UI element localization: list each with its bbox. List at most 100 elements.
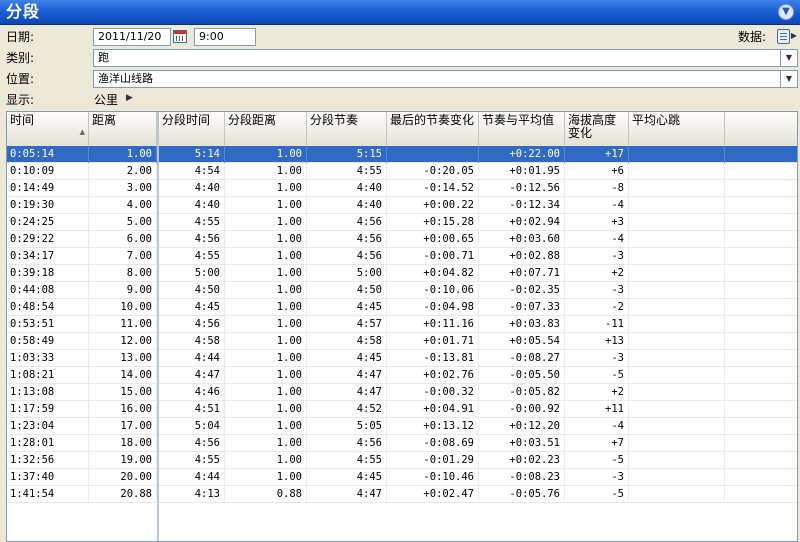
table-row[interactable]: 1:17:59 16.00 4:51 1.00 4:52 +0:04.91 -0:00.92… (7, 401, 797, 418)
table-row[interactable]: 1:37:40 20.00 4:44 1.00 4:45 -0:10.46 -0:08.23… (7, 469, 797, 486)
cell-split-time: 4:56 (159, 316, 225, 333)
location-select[interactable]: 渔洋山线路 (93, 70, 781, 88)
table-row[interactable]: 1:41:54 20.88 4:13 0.88 4:47 +0:02.47 -0:05.76… (7, 486, 797, 503)
cell-pace-change: -0:13.81 (387, 350, 479, 367)
date-row: 日期: 2011/11/20 9:00 数据: ▶ (0, 26, 800, 48)
cell-pace-change: +0:04.91 (387, 401, 479, 418)
table-row[interactable]: 0:05:14 1.00 5:14 1.00 5:15 +0:22.00 +17 (7, 146, 797, 163)
cell-split-time: 4:56 (159, 231, 225, 248)
cell-avg-heart-rate (629, 180, 725, 197)
cell-split-pace: 4:47 (307, 384, 387, 401)
column-header-elevation-change[interactable]: 海拔高度变化 (565, 112, 629, 146)
category-row: 类别: 跑 ▼ (0, 47, 800, 69)
table-row[interactable]: 0:14:49 3.00 4:40 1.00 4:40 -0:14.52 -0:12.56-… (7, 180, 797, 197)
cell-avg-heart-rate (629, 350, 725, 367)
cell-avg-heart-rate (629, 231, 725, 248)
cell-split-pace: 4:56 (307, 214, 387, 231)
table-row[interactable]: 1:13:08 15.00 4:46 1.00 4:47 -0:00.32 -0:05.82… (7, 384, 797, 401)
panel-title-bar: 分段 ▼ (0, 0, 800, 25)
table-row[interactable]: 0:34:17 7.00 4:55 1.00 4:56 -0:00.71 +0:02.88-… (7, 248, 797, 265)
cell-split-pace: 4:47 (307, 486, 387, 503)
category-dropdown-icon[interactable]: ▼ (781, 49, 798, 67)
cell-distance: 14.00 (89, 367, 157, 384)
table-row[interactable]: 0:39:18 8.00 5:00 1.00 5:00 +0:04.82 +0:07.71 +… (7, 265, 797, 282)
table-row[interactable]: 0:58:49 12.00 4:58 1.00 4:58 +0:01.71 +0:05.54… (7, 333, 797, 350)
table-row[interactable]: 1:08:21 14.00 4:47 1.00 4:47 +0:02.76 -0:05.50… (7, 367, 797, 384)
column-header-split-time[interactable]: 分段时间 (159, 112, 225, 146)
time-field[interactable]: 9:00 (194, 28, 256, 46)
data-sheet-icon[interactable] (777, 29, 790, 44)
cell-elevation-change: +2 (565, 384, 629, 401)
cell-pace-vs-avg: -0:02.35 (479, 282, 565, 299)
table-row[interactable]: 0:29:22 6.00 4:56 1.00 4:56 +0:00.65 +0:03.60-… (7, 231, 797, 248)
cell-distance: 8.00 (89, 265, 157, 282)
cell-split-pace: 5:05 (307, 418, 387, 435)
column-header-pace-change[interactable]: 最后的节奏变化 (387, 112, 479, 146)
cell-pace-vs-avg: +0:03.83 (479, 316, 565, 333)
cell-split-time: 4:51 (159, 401, 225, 418)
cell-pace-vs-avg: -0:05.76 (479, 486, 565, 503)
table-row[interactable]: 1:03:33 13.00 4:44 1.00 4:45 -0:13.81 -0:08.27… (7, 350, 797, 367)
table-row[interactable]: 0:48:54 10.00 4:45 1.00 4:45 -0:04.98 -0:07.33… (7, 299, 797, 316)
cell-split-pace: 4:50 (307, 282, 387, 299)
cell-split-distance: 1.00 (225, 180, 307, 197)
table-row[interactable]: 0:24:25 5.00 4:55 1.00 4:56 +0:15.28 +0:02.94 +… (7, 214, 797, 231)
cell-avg-heart-rate (629, 486, 725, 503)
cell-time: 1:28:01 (7, 435, 89, 452)
cell-pace-change: +0:15.28 (387, 214, 479, 231)
cell-avg-heart-rate (629, 265, 725, 282)
date-field[interactable]: 2011/11/20 (93, 28, 171, 46)
table-row[interactable]: 0:19:30 4.00 4:40 1.00 4:40 +0:00.22 -0:12.34-… (7, 197, 797, 214)
table-row[interactable]: 1:28:01 18.00 4:56 1.00 4:56 -0:08.69 +0:03.51… (7, 435, 797, 452)
column-header-time[interactable]: 时间 ▲ (7, 112, 89, 146)
calendar-icon[interactable] (173, 30, 187, 43)
cell-pace-change: +0:00.22 (387, 197, 479, 214)
cell-time: 0:14:49 (7, 180, 89, 197)
cell-pace-vs-avg: +0:05.54 (479, 333, 565, 350)
cell-elevation-change: -5 (565, 486, 629, 503)
location-label: 位置: (6, 72, 35, 86)
table-row[interactable]: 0:10:09 2.00 4:54 1.00 4:55 -0:20.05 +0:01.95 +… (7, 163, 797, 180)
table-row[interactable]: 1:23:04 17.00 5:04 1.00 5:05 +0:13.12 +0:12.20… (7, 418, 797, 435)
cell-time: 1:37:40 (7, 469, 89, 486)
cell-distance: 12.00 (89, 333, 157, 350)
cell-distance: 1.00 (89, 146, 157, 163)
cell-pace-vs-avg: -0:00.92 (479, 401, 565, 418)
data-arrow-icon[interactable]: ▶ (791, 31, 797, 40)
cell-avg-heart-rate (629, 282, 725, 299)
cell-time: 1:08:21 (7, 367, 89, 384)
table-row[interactable]: 0:53:51 11.00 4:56 1.00 4:57 +0:11.16 +0:03.83… (7, 316, 797, 333)
cell-elevation-change: +7 (565, 435, 629, 452)
column-header-avg-heart-rate[interactable]: 平均心跳 (629, 112, 725, 146)
table-row[interactable]: 0:44:08 9.00 4:50 1.00 4:50 -0:10.06 -0:02.35-… (7, 282, 797, 299)
cell-split-time: 4:46 (159, 384, 225, 401)
cell-split-pace: 4:57 (307, 316, 387, 333)
cell-avg-heart-rate (629, 367, 725, 384)
cell-elevation-change: -3 (565, 350, 629, 367)
cell-time: 0:53:51 (7, 316, 89, 333)
location-dropdown-icon[interactable]: ▼ (781, 70, 798, 88)
cell-split-distance: 1.00 (225, 316, 307, 333)
cell-elevation-change: -3 (565, 282, 629, 299)
category-select[interactable]: 跑 (93, 49, 781, 67)
column-header-distance[interactable]: 距离 (89, 112, 157, 146)
collapse-icon[interactable]: ▼ (778, 4, 794, 20)
cell-split-distance: 1.00 (225, 452, 307, 469)
cell-split-distance: 0.88 (225, 486, 307, 503)
cell-split-pace: 4:45 (307, 350, 387, 367)
cell-elevation-change: -3 (565, 469, 629, 486)
table-row[interactable]: 1:32:56 19.00 4:55 1.00 4:55 -0:01.29 +0:02.23… (7, 452, 797, 469)
cell-split-time: 4:55 (159, 214, 225, 231)
column-header-pace-vs-avg[interactable]: 节奏与平均值 (479, 112, 565, 146)
cell-split-time: 5:14 (159, 146, 225, 163)
cell-split-time: 4:55 (159, 452, 225, 469)
category-label: 类别: (6, 51, 35, 65)
cell-split-pace: 4:56 (307, 435, 387, 452)
cell-avg-heart-rate (629, 418, 725, 435)
cell-pace-change: -0:00.32 (387, 384, 479, 401)
column-header-split-pace[interactable]: 分段节奏 (307, 112, 387, 146)
frozen-column-divider (157, 112, 159, 541)
display-arrow-icon[interactable]: ▶ (126, 93, 133, 103)
column-header-split-distance[interactable]: 分段距离 (225, 112, 307, 146)
display-unit-selector[interactable]: 公里 (94, 92, 118, 108)
